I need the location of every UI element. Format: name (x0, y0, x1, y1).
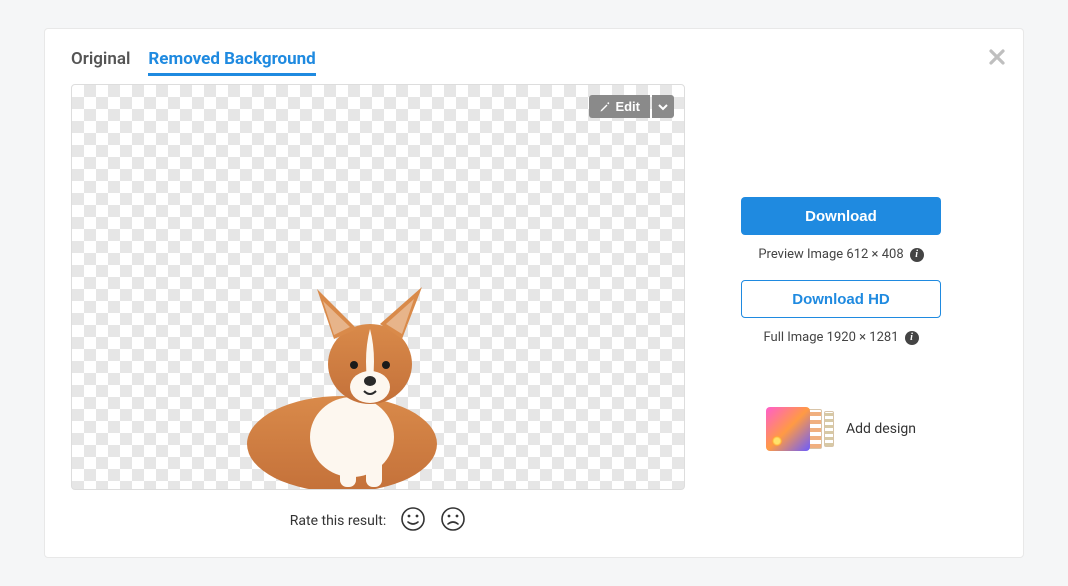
wand-icon (599, 101, 611, 113)
info-icon[interactable]: i (905, 331, 919, 345)
rate-happy-icon[interactable] (400, 506, 426, 536)
edit-button-label: Edit (615, 99, 640, 114)
edit-dropdown-button[interactable] (652, 95, 674, 118)
preview-canvas: Edit (71, 84, 685, 490)
download-hd-button[interactable]: Download HD (741, 280, 941, 318)
download-button[interactable]: Download (741, 197, 941, 235)
right-column: Download Preview Image 612 × 408 i Downl… (685, 49, 997, 537)
design-thumb-swatch-icon (808, 409, 822, 449)
editor-card: Original Removed Background Edit (44, 28, 1024, 558)
design-thumb-gradient (766, 407, 810, 451)
rate-sad-icon[interactable] (440, 506, 466, 536)
edit-button-group: Edit (589, 95, 674, 118)
full-meta-text: Full Image 1920 × 1281 (763, 330, 898, 345)
full-meta: Full Image 1920 × 1281 i (763, 330, 918, 345)
tab-removed-background[interactable]: Removed Background (148, 49, 315, 76)
add-design-label: Add design (846, 421, 916, 437)
preview-meta: Preview Image 612 × 408 i (758, 247, 923, 262)
rate-row: Rate this result: (71, 506, 685, 536)
subject-image (222, 269, 452, 489)
rate-label: Rate this result: (290, 513, 386, 529)
preview-meta-text: Preview Image 612 × 408 (758, 247, 903, 262)
tabs: Original Removed Background (71, 49, 685, 76)
edit-button[interactable]: Edit (589, 95, 650, 118)
info-icon[interactable]: i (910, 248, 924, 262)
close-icon[interactable] (987, 47, 1007, 71)
chevron-down-icon (658, 102, 668, 112)
tab-original[interactable]: Original (71, 49, 130, 76)
design-thumb-swatch-icon (824, 411, 834, 447)
add-design-button[interactable]: Add design (766, 407, 916, 451)
left-column: Original Removed Background Edit (71, 49, 685, 537)
design-thumbnails (766, 407, 834, 451)
